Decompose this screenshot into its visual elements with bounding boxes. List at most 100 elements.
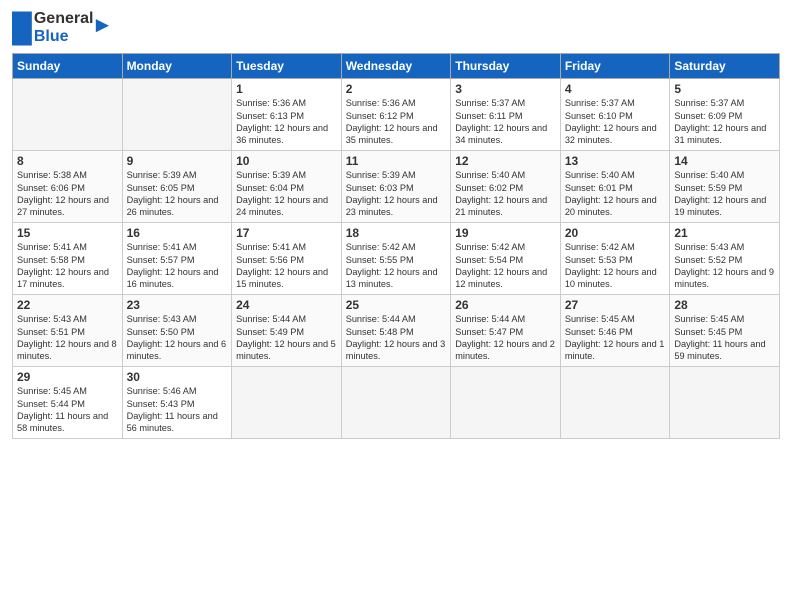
cell-info: Sunrise: 5:45 AMSunset: 5:45 PMDaylight:… [674, 314, 765, 361]
day-number: 28 [674, 298, 775, 312]
cell-info: Sunrise: 5:42 AMSunset: 5:53 PMDaylight:… [565, 242, 657, 289]
day-cell-10: 10 Sunrise: 5:39 AMSunset: 6:04 PMDayligh… [232, 151, 342, 223]
day-cell-18: 18 Sunrise: 5:42 AMSunset: 5:55 PMDayligh… [341, 223, 451, 295]
day-cell-5: 5 Sunrise: 5:37 AMSunset: 6:09 PMDaylight… [670, 79, 780, 151]
cell-info: Sunrise: 5:41 AMSunset: 5:57 PMDaylight:… [127, 242, 219, 289]
day-number: 12 [455, 154, 556, 168]
empty-cell [560, 367, 670, 439]
cell-info: Sunrise: 5:42 AMSunset: 5:54 PMDaylight:… [455, 242, 547, 289]
cell-info: Sunrise: 5:40 AMSunset: 6:01 PMDaylight:… [565, 170, 657, 217]
day-number: 18 [346, 226, 447, 240]
day-cell-16: 16 Sunrise: 5:41 AMSunset: 5:57 PMDayligh… [122, 223, 232, 295]
cell-info: Sunrise: 5:44 AMSunset: 5:47 PMDaylight:… [455, 314, 555, 361]
cell-info: Sunrise: 5:43 AMSunset: 5:51 PMDaylight:… [17, 314, 117, 361]
day-number: 19 [455, 226, 556, 240]
day-number: 10 [236, 154, 337, 168]
day-number: 16 [127, 226, 228, 240]
day-cell-19: 19 Sunrise: 5:42 AMSunset: 5:54 PMDayligh… [451, 223, 561, 295]
cell-info: Sunrise: 5:37 AMSunset: 6:11 PMDaylight:… [455, 98, 547, 145]
day-number: 27 [565, 298, 666, 312]
cell-info: Sunrise: 5:45 AMSunset: 5:44 PMDaylight:… [17, 386, 108, 433]
day-cell-28: 28 Sunrise: 5:45 AMSunset: 5:45 PMDayligh… [670, 295, 780, 367]
day-number: 11 [346, 154, 447, 168]
empty-cell [13, 79, 123, 151]
logo-icon: █ [12, 14, 32, 42]
col-header-thursday: Thursday [451, 54, 561, 79]
cell-info: Sunrise: 5:39 AMSunset: 6:05 PMDaylight:… [127, 170, 219, 217]
day-number: 24 [236, 298, 337, 312]
logo-blue: Blue [34, 28, 94, 46]
day-number: 8 [17, 154, 118, 168]
day-number: 5 [674, 82, 775, 96]
day-number: 30 [127, 370, 228, 384]
day-cell-11: 11 Sunrise: 5:39 AMSunset: 6:03 PMDayligh… [341, 151, 451, 223]
cell-info: Sunrise: 5:42 AMSunset: 5:55 PMDaylight:… [346, 242, 438, 289]
page-container: █ General Blue ► SundayMondayTuesdayWedn… [0, 0, 792, 447]
col-header-tuesday: Tuesday [232, 54, 342, 79]
cell-info: Sunrise: 5:41 AMSunset: 5:56 PMDaylight:… [236, 242, 328, 289]
day-cell-3: 3 Sunrise: 5:37 AMSunset: 6:11 PMDaylight… [451, 79, 561, 151]
cell-info: Sunrise: 5:44 AMSunset: 5:49 PMDaylight:… [236, 314, 336, 361]
day-number: 14 [674, 154, 775, 168]
day-number: 13 [565, 154, 666, 168]
day-cell-26: 26 Sunrise: 5:44 AMSunset: 5:47 PMDayligh… [451, 295, 561, 367]
day-cell-8: 8 Sunrise: 5:38 AMSunset: 6:06 PMDaylight… [13, 151, 123, 223]
day-number: 23 [127, 298, 228, 312]
day-cell-17: 17 Sunrise: 5:41 AMSunset: 5:56 PMDayligh… [232, 223, 342, 295]
day-cell-25: 25 Sunrise: 5:44 AMSunset: 5:48 PMDayligh… [341, 295, 451, 367]
day-cell-15: 15 Sunrise: 5:41 AMSunset: 5:58 PMDayligh… [13, 223, 123, 295]
logo: █ General Blue ► [12, 10, 113, 45]
day-number: 15 [17, 226, 118, 240]
logo-chevron: ► [91, 12, 113, 38]
cell-info: Sunrise: 5:40 AMSunset: 5:59 PMDaylight:… [674, 170, 766, 217]
cell-info: Sunrise: 5:40 AMSunset: 6:02 PMDaylight:… [455, 170, 547, 217]
header: █ General Blue ► [12, 10, 780, 45]
day-cell-13: 13 Sunrise: 5:40 AMSunset: 6:01 PMDayligh… [560, 151, 670, 223]
cell-info: Sunrise: 5:37 AMSunset: 6:09 PMDaylight:… [674, 98, 766, 145]
day-number: 9 [127, 154, 228, 168]
cell-info: Sunrise: 5:45 AMSunset: 5:46 PMDaylight:… [565, 314, 665, 361]
cell-info: Sunrise: 5:44 AMSunset: 5:48 PMDaylight:… [346, 314, 446, 361]
day-number: 29 [17, 370, 118, 384]
day-cell-9: 9 Sunrise: 5:39 AMSunset: 6:05 PMDaylight… [122, 151, 232, 223]
cell-info: Sunrise: 5:43 AMSunset: 5:50 PMDaylight:… [127, 314, 227, 361]
day-cell-27: 27 Sunrise: 5:45 AMSunset: 5:46 PMDayligh… [560, 295, 670, 367]
logo-general: General [34, 10, 94, 28]
cell-info: Sunrise: 5:39 AMSunset: 6:04 PMDaylight:… [236, 170, 328, 217]
day-cell-20: 20 Sunrise: 5:42 AMSunset: 5:53 PMDayligh… [560, 223, 670, 295]
day-number: 22 [17, 298, 118, 312]
empty-cell [122, 79, 232, 151]
day-number: 4 [565, 82, 666, 96]
cell-info: Sunrise: 5:43 AMSunset: 5:52 PMDaylight:… [674, 242, 774, 289]
day-number: 1 [236, 82, 337, 96]
cell-info: Sunrise: 5:36 AMSunset: 6:13 PMDaylight:… [236, 98, 328, 145]
cell-info: Sunrise: 5:41 AMSunset: 5:58 PMDaylight:… [17, 242, 109, 289]
day-number: 20 [565, 226, 666, 240]
col-header-sunday: Sunday [13, 54, 123, 79]
day-cell-29: 29 Sunrise: 5:45 AMSunset: 5:44 PMDayligh… [13, 367, 123, 439]
cell-info: Sunrise: 5:39 AMSunset: 6:03 PMDaylight:… [346, 170, 438, 217]
cell-info: Sunrise: 5:37 AMSunset: 6:10 PMDaylight:… [565, 98, 657, 145]
day-number: 3 [455, 82, 556, 96]
day-cell-24: 24 Sunrise: 5:44 AMSunset: 5:49 PMDayligh… [232, 295, 342, 367]
col-header-wednesday: Wednesday [341, 54, 451, 79]
col-header-friday: Friday [560, 54, 670, 79]
day-cell-4: 4 Sunrise: 5:37 AMSunset: 6:10 PMDaylight… [560, 79, 670, 151]
empty-cell [232, 367, 342, 439]
day-number: 21 [674, 226, 775, 240]
day-cell-2: 2Sunrise: 5:36 AMSunset: 6:12 PMDaylight… [341, 79, 451, 151]
day-number: 17 [236, 226, 337, 240]
day-cell-22: 22 Sunrise: 5:43 AMSunset: 5:51 PMDayligh… [13, 295, 123, 367]
empty-cell [670, 367, 780, 439]
cell-info: Sunrise: 5:38 AMSunset: 6:06 PMDaylight:… [17, 170, 109, 217]
day-cell-21: 21 Sunrise: 5:43 AMSunset: 5:52 PMDayligh… [670, 223, 780, 295]
cell-info: Sunrise: 5:46 AMSunset: 5:43 PMDaylight:… [127, 386, 218, 433]
calendar-table: SundayMondayTuesdayWednesdayThursdayFrid… [12, 53, 780, 439]
day-cell-23: 23 Sunrise: 5:43 AMSunset: 5:50 PMDayligh… [122, 295, 232, 367]
day-number: 25 [346, 298, 447, 312]
day-cell-14: 14 Sunrise: 5:40 AMSunset: 5:59 PMDayligh… [670, 151, 780, 223]
day-cell-12: 12 Sunrise: 5:40 AMSunset: 6:02 PMDayligh… [451, 151, 561, 223]
day-number: 2 [346, 82, 447, 96]
col-header-saturday: Saturday [670, 54, 780, 79]
day-number: 26 [455, 298, 556, 312]
